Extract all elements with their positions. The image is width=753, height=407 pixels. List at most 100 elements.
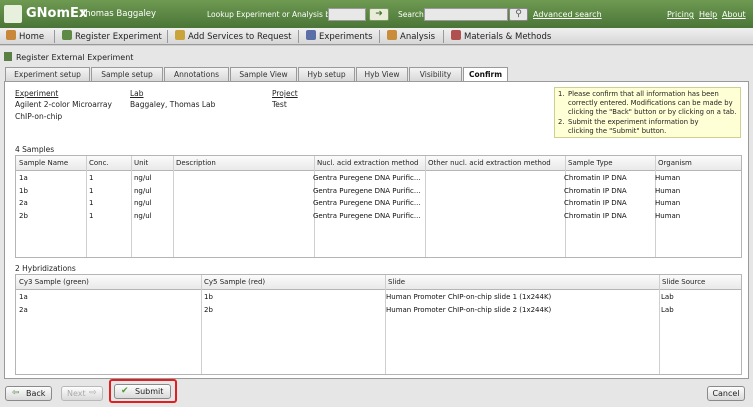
tab-hyb-view[interactable]: Hyb View [356, 67, 408, 81]
col-organism[interactable]: Organism [655, 156, 741, 171]
col-cy3-sample[interactable]: Cy3 Sample (green) [16, 275, 201, 290]
organism-cell: Human [655, 211, 681, 220]
top-bar: GNomEx Thomas Baggaley Lookup Experiment… [0, 0, 753, 28]
advanced-search-link[interactable]: Advanced search [533, 10, 602, 19]
nav-analysis[interactable]: Analysis [387, 30, 435, 43]
col-slide-source[interactable]: Slide Source [659, 275, 741, 290]
instructions-box: 1. Please confirm that all information h… [554, 87, 741, 138]
lookup-label: Lookup Experiment or Analysis by # [207, 10, 344, 19]
col-sample-name[interactable]: Sample Name [16, 156, 86, 171]
search-icon: ⚲ [515, 9, 522, 19]
pricing-link[interactable]: Pricing [667, 10, 694, 19]
lookup-input[interactable] [328, 8, 366, 21]
col-extraction-method[interactable]: Nucl. acid extraction method [314, 156, 425, 171]
col-conc[interactable]: Conc. [86, 156, 131, 171]
column-divider [131, 156, 132, 257]
slide-cell: Human Promoter ChIP-on-chip slide 1 (1x2… [386, 293, 552, 301]
extraction-method-cell: Gentra Puregene DNA Purific... [313, 186, 421, 195]
nav-register-label: Register Experiment [75, 32, 162, 42]
user-name: Thomas Baggaley [80, 9, 157, 19]
tab-visibility[interactable]: Visibility [409, 67, 462, 81]
organism-cell: Human [655, 174, 681, 182]
tab-annotations[interactable]: Annotations [164, 67, 229, 81]
nav-separator [54, 30, 55, 43]
sample-name-cell: 1b [19, 186, 28, 195]
column-divider [86, 156, 87, 257]
project-label: Project [272, 89, 298, 98]
app-brand: GNomEx [26, 6, 88, 21]
instruction-text: clicking the "Back" button or by clickin… [568, 108, 737, 116]
lab-value: Baggaley, Thomas Lab [130, 100, 216, 109]
nav-add-services-label: Add Services to Request [188, 32, 292, 42]
instruction-text: correctly entered. Modifications can be … [568, 99, 733, 107]
back-button[interactable]: ⇦ Back [5, 386, 52, 401]
sample-type-cell: Chromatin IP DNA [564, 211, 627, 220]
nav-home[interactable]: Home [6, 30, 44, 43]
organism-cell: Human [655, 199, 681, 207]
column-divider [201, 275, 202, 374]
analysis-icon [387, 30, 397, 40]
unit-cell: ng/ul [134, 211, 152, 220]
lab-label: Lab [130, 89, 144, 98]
extraction-method-cell: Gentra Puregene DNA Purific... [313, 174, 421, 182]
extraction-method-cell: Gentra Puregene DNA Purific... [313, 211, 421, 220]
sample-name-cell: 2a [19, 199, 28, 207]
column-divider [659, 275, 660, 374]
sample-type-cell: Chromatin IP DNA [564, 174, 627, 182]
submit-highlight-outline [109, 379, 177, 403]
column-divider [385, 275, 386, 374]
cy3-sample-cell: 2a [19, 306, 28, 314]
nav-add-services[interactable]: Add Services to Request [175, 30, 291, 43]
nav-bar: Home Register Experiment Add Services to… [0, 28, 753, 45]
slide-source-cell: Lab [661, 293, 674, 301]
tab-sample-view[interactable]: Sample View [230, 67, 297, 81]
tab-confirm[interactable]: Confirm [463, 67, 508, 82]
add-services-icon [175, 30, 185, 40]
instruction-number: 2. [558, 118, 565, 126]
sample-type-cell: Chromatin IP DNA [564, 199, 627, 207]
nav-materials-methods[interactable]: Materials & Methods [451, 30, 551, 43]
experiment-label: Experiment [15, 89, 59, 98]
project-value: Test [272, 100, 287, 109]
experiment-application: ChIP-on-chip [15, 112, 63, 121]
col-sample-type[interactable]: Sample Type [565, 156, 655, 171]
extraction-method-cell: Gentra Puregene DNA Purific... [313, 199, 421, 207]
nav-experiments[interactable]: Experiments [306, 30, 373, 43]
arrow-right-icon: ⇨ [89, 388, 97, 398]
tab-hyb-setup[interactable]: Hyb setup [298, 67, 355, 81]
col-other-extraction-method[interactable]: Other nucl. acid extraction method [425, 156, 565, 171]
conc-cell: 1 [89, 211, 94, 220]
search-input[interactable] [424, 8, 508, 21]
home-icon [6, 30, 16, 40]
arrow-right-icon: ➜ [375, 9, 383, 19]
cy5-sample-cell: 2b [204, 306, 213, 314]
next-button[interactable]: Next ⇨ [61, 386, 103, 401]
help-link[interactable]: Help [699, 10, 717, 19]
samples-title: 4 Samples [15, 145, 55, 154]
nav-register-experiment[interactable]: Register Experiment [62, 30, 162, 43]
col-description[interactable]: Description [173, 156, 314, 171]
instruction-number: 1. [558, 90, 565, 98]
panel-title: Register External Experiment [4, 52, 133, 62]
cancel-button[interactable]: Cancel [707, 386, 745, 401]
tab-experiment-setup[interactable]: Experiment setup [5, 67, 90, 81]
sample-name-cell: 2b [19, 211, 28, 220]
column-divider [425, 156, 426, 257]
nav-analysis-label: Analysis [400, 32, 436, 42]
search-button[interactable]: ⚲ [509, 8, 528, 21]
search-label: Search [398, 10, 424, 19]
nav-experiments-label: Experiments [319, 32, 373, 42]
sample-type-cell: Chromatin IP DNA [564, 186, 627, 195]
column-divider [173, 156, 174, 257]
lookup-go-button[interactable]: ➜ [369, 8, 389, 21]
register-icon [62, 30, 72, 40]
nav-separator [298, 30, 299, 43]
col-unit[interactable]: Unit [131, 156, 173, 171]
col-cy5-sample[interactable]: Cy5 Sample (red) [201, 275, 385, 290]
tab-sample-setup[interactable]: Sample setup [91, 67, 163, 81]
col-slide[interactable]: Slide [385, 275, 659, 290]
nav-home-label: Home [19, 32, 45, 42]
next-button-label: Next [67, 389, 86, 398]
organism-cell: Human [655, 186, 681, 195]
about-link[interactable]: About [722, 10, 746, 19]
